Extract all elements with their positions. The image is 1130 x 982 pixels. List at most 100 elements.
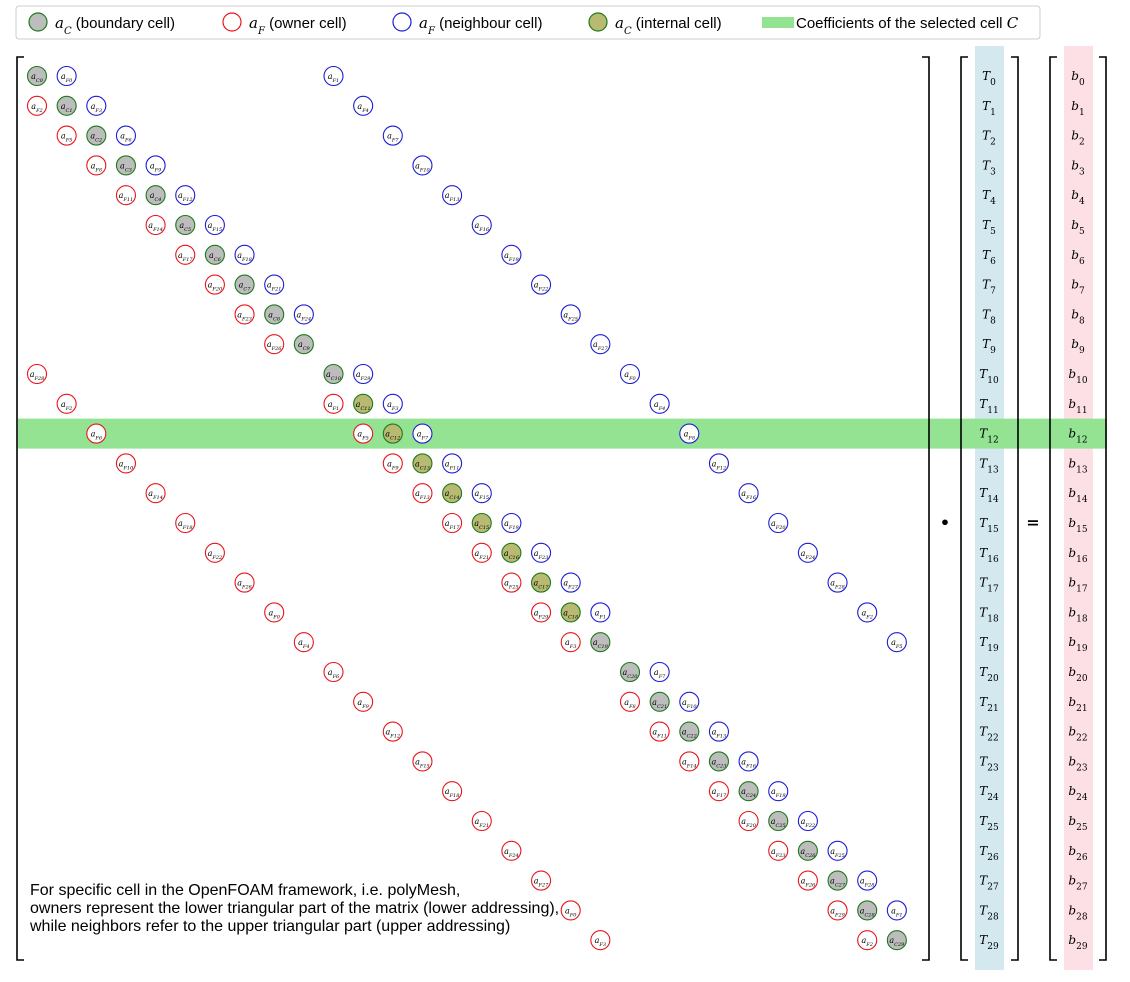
neighbour-coeff: aF16	[738, 751, 759, 772]
owner-coeff: aF24	[501, 840, 522, 861]
neighbour-coeff: aF7	[382, 125, 403, 146]
neighbour-coeff: aF25	[827, 840, 848, 861]
boundary-diag-coeff: aC23	[708, 751, 730, 772]
boundary-diag-coeff: aC4	[145, 185, 166, 206]
boundary-diag-coeff: aC2	[86, 125, 107, 146]
internal-diag-coeff: aC12	[382, 423, 403, 444]
legend-selected-cell: Coefficients of the selected cell C	[762, 14, 1019, 32]
owner-coeff: aF3	[590, 930, 611, 951]
neighbour-coeff: aF16	[471, 214, 492, 236]
legend-selected-text: Coefficients of the selected cell C	[796, 14, 1019, 32]
boundary-diag-coeff: aC25	[768, 810, 789, 832]
neighbour-coeff: aF4	[649, 393, 670, 414]
neighbour-coeff: aF3	[86, 95, 107, 116]
internal-diag-coeff: aC15	[471, 512, 492, 534]
boundary-diag-coeff: aC26	[797, 840, 818, 861]
neighbour-coeff: aF28	[857, 870, 878, 891]
legend-boundary-cell-marker	[28, 12, 48, 32]
neighbour-coeff: aF25	[560, 304, 581, 325]
addressing-note: For specific cell in the OpenFOAM framew…	[30, 882, 559, 936]
internal-diag-coeff: aC11	[353, 393, 374, 414]
owner-coeff: aF11	[649, 721, 670, 742]
owner-coeff: aF13	[412, 483, 433, 504]
boundary-diag-coeff: aC3	[115, 155, 136, 176]
neighbour-coeff: aF19	[768, 781, 789, 802]
neighbour-coeff: aF19	[501, 244, 522, 265]
boundary-diag-coeff: aC27	[827, 870, 848, 891]
neighbour-coeff: aF1	[323, 65, 344, 87]
boundary-diag-coeff: aC28	[857, 900, 878, 921]
owner-coeff: aF6	[86, 423, 107, 444]
t-right-bracket	[1011, 56, 1019, 961]
neighbour-coeff: aF5	[886, 632, 907, 653]
boundary-diag-coeff: aC10	[323, 363, 344, 385]
neighbour-coeff: aF0	[56, 65, 77, 87]
owner-coeff: aF2	[56, 393, 77, 414]
neighbour-coeff: aF10	[679, 691, 700, 712]
owner-coeff: aF14	[679, 751, 700, 772]
owner-coeff: aF2	[857, 930, 878, 951]
neighbour-coeff: aF12	[175, 185, 196, 206]
t-left-bracket	[960, 56, 968, 961]
internal-diag-coeff: aC14	[442, 483, 463, 504]
owner-coeff: aF12	[382, 721, 403, 742]
neighbour-coeff: aF1	[886, 900, 907, 921]
internal-diag-coeff: aC13	[412, 453, 433, 474]
owner-coeff: aF5	[353, 423, 374, 444]
note-line-1: For specific cell in the OpenFOAM framew…	[30, 882, 461, 899]
owner-coeff: aF21	[471, 810, 492, 832]
owner-coeff: aF23	[234, 304, 255, 325]
owner-coeff: aF2	[26, 95, 48, 116]
owner-coeff: aF17	[442, 512, 463, 534]
internal-diag-coeff: aC16	[501, 542, 522, 563]
legend: aC (boundary cell) aF (owner cell) aF (nei…	[15, 5, 1041, 40]
internal-diag-coeff: aC17	[530, 572, 552, 593]
neighbour-coeff: aF7	[649, 661, 670, 683]
boundary-diag-coeff: aC21	[649, 691, 670, 712]
neighbour-coeff: aF18	[234, 244, 255, 265]
owner-coeff: aF4	[293, 632, 314, 653]
neighbour-coeff: aF27	[590, 334, 611, 355]
owner-coeff: aF0	[560, 900, 581, 921]
b-left-bracket	[1049, 56, 1057, 961]
boundary-diag-coeff: aC5	[175, 214, 196, 236]
neighbour-coeff: aF12	[708, 453, 730, 474]
background-bands	[18, 46, 1107, 970]
owner-coeff: aF18	[442, 781, 463, 802]
owner-coeff: aF10	[115, 453, 136, 474]
diagram-stage: aC (boundary cell) aF (owner cell) aF (nei…	[0, 0, 1130, 977]
internal-diag-coeff: aC18	[560, 602, 581, 623]
owner-coeff: aF23	[768, 840, 789, 861]
neighbour-coeff: aF15	[204, 214, 225, 236]
owner-coeff: aF20	[738, 810, 759, 832]
neighbour-coeff: aF2	[857, 602, 878, 623]
owner-coeff: aF14	[145, 483, 166, 504]
neighbour-coeff: aF15	[471, 483, 492, 504]
legend-selected-swatch	[762, 17, 794, 28]
legend-neighbour-cell-marker	[392, 12, 412, 32]
owner-coeff: aF26	[234, 572, 255, 593]
neighbour-coeff: aF10	[412, 155, 433, 176]
owner-coeff: aF20	[204, 274, 225, 295]
neighbour-coeff: aF8	[679, 423, 700, 444]
neighbour-coeff: aF13	[442, 185, 463, 206]
boundary-diag-coeff: aC6	[204, 244, 225, 265]
owner-coeff: aF9	[353, 691, 374, 712]
neighbour-coeff: aF27	[560, 572, 581, 593]
owner-coeff: aF6	[323, 661, 344, 683]
matrix-diagram: aC (boundary cell) aF (owner cell) aF (nei…	[15, 5, 1107, 970]
boundary-diag-coeff: aC7	[234, 274, 255, 295]
owner-coeff: aF15	[412, 751, 433, 772]
neighbour-coeff: aF24	[293, 304, 314, 325]
owner-coeff: aF17	[708, 781, 730, 802]
owner-coeff: aF3	[560, 632, 581, 653]
boundary-diag-coeff: aC8	[264, 304, 285, 325]
boundary-diag-coeff: aC0	[26, 65, 48, 87]
boundary-diag-coeff: aC20	[619, 661, 641, 683]
neighbour-coeff: aF22	[797, 810, 818, 832]
neighbour-coeff: aF3	[382, 393, 403, 414]
boundary-diag-coeff: aC1	[56, 95, 77, 116]
neighbour-coeff: aF19	[501, 512, 522, 534]
equals-operator: =	[1026, 513, 1039, 532]
dot-operator: •	[940, 513, 950, 532]
